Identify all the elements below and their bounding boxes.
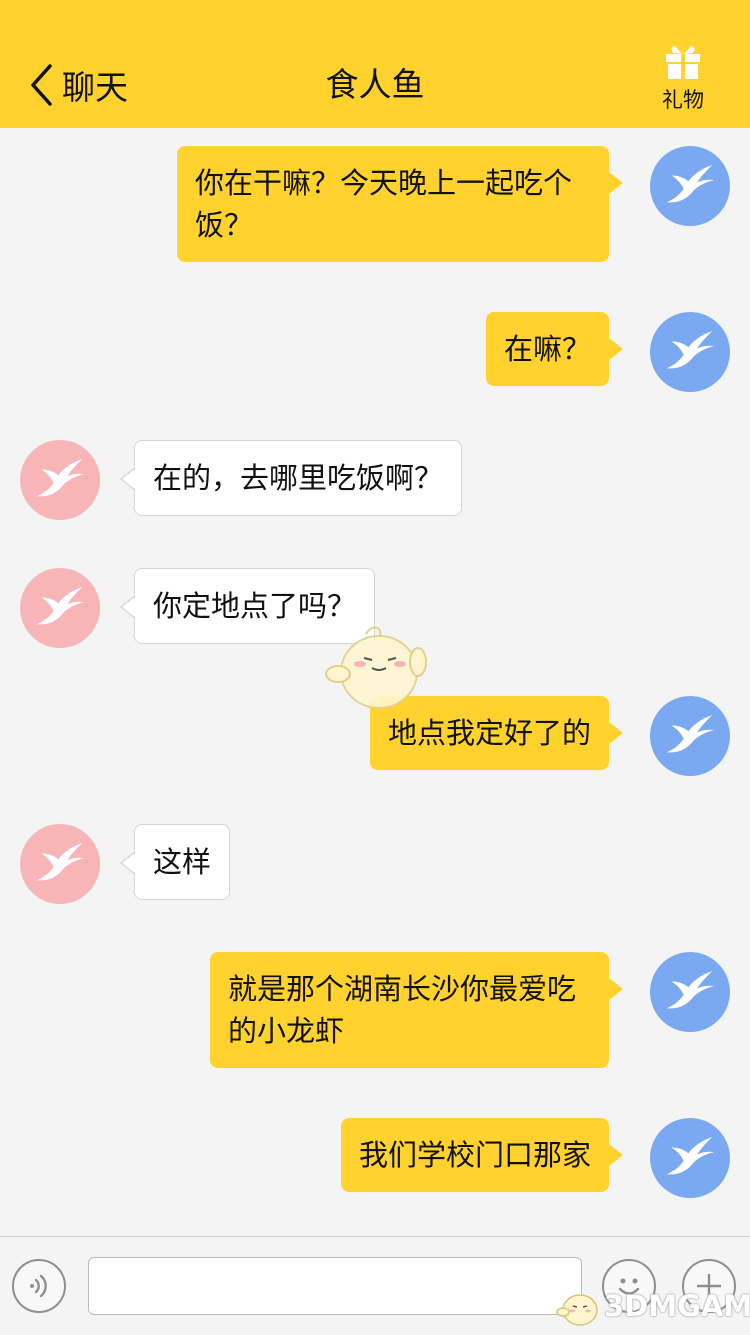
my-avatar[interactable] (650, 312, 730, 392)
voice-button[interactable] (12, 1259, 66, 1313)
swallow-logo-icon (661, 963, 719, 1021)
swallow-logo-icon (31, 451, 89, 509)
swallow-logo-icon (31, 579, 89, 637)
my-avatar[interactable] (650, 146, 730, 226)
chick-watermark-icon (556, 1294, 598, 1326)
contact-avatar[interactable] (20, 824, 100, 904)
gift-label: 礼物 (662, 88, 704, 112)
my-avatar[interactable] (650, 696, 730, 776)
my-avatar[interactable] (650, 952, 730, 1032)
message-bubble-me[interactable]: 在嘛？ (485, 312, 624, 386)
contact-avatar[interactable] (20, 568, 100, 648)
message-bubble-me[interactable]: 你在干嘛？今天晚上一起吃个饭？ (177, 146, 623, 262)
message-bubble-me[interactable]: 我们学校门口那家 (340, 1118, 624, 1192)
chevron-left-icon (31, 64, 52, 106)
message-input[interactable] (88, 1257, 582, 1315)
voice-icon (30, 1274, 47, 1298)
my-avatar[interactable] (650, 1118, 730, 1198)
back-label: 聊天 (62, 68, 128, 107)
contact-avatar[interactable] (20, 440, 100, 520)
swallow-logo-icon (661, 157, 719, 215)
back-button[interactable]: 聊天 (28, 62, 128, 108)
swallow-logo-icon (661, 1129, 719, 1187)
page-title: 食人鱼 (325, 65, 425, 104)
gift-icon (666, 46, 700, 79)
message-bubble-them[interactable]: 这样 (119, 824, 231, 900)
message-bubble-me[interactable]: 就是那个湖南长沙你最爱吃的小龙虾 (210, 952, 623, 1068)
gift-button[interactable]: 礼物 (638, 44, 728, 120)
header-bar: 聊天 食人鱼 礼物 (0, 0, 750, 128)
swallow-logo-icon (661, 707, 719, 765)
chick-mascot-image (325, 626, 427, 709)
watermark-text: 3DMGAME (604, 1289, 750, 1323)
swallow-logo-icon (661, 323, 719, 381)
swallow-logo-icon (31, 835, 89, 893)
watermark: 3DMGAME (556, 1284, 750, 1328)
message-bubble-them[interactable]: 在的，去哪里吃饭啊？ (119, 440, 463, 516)
